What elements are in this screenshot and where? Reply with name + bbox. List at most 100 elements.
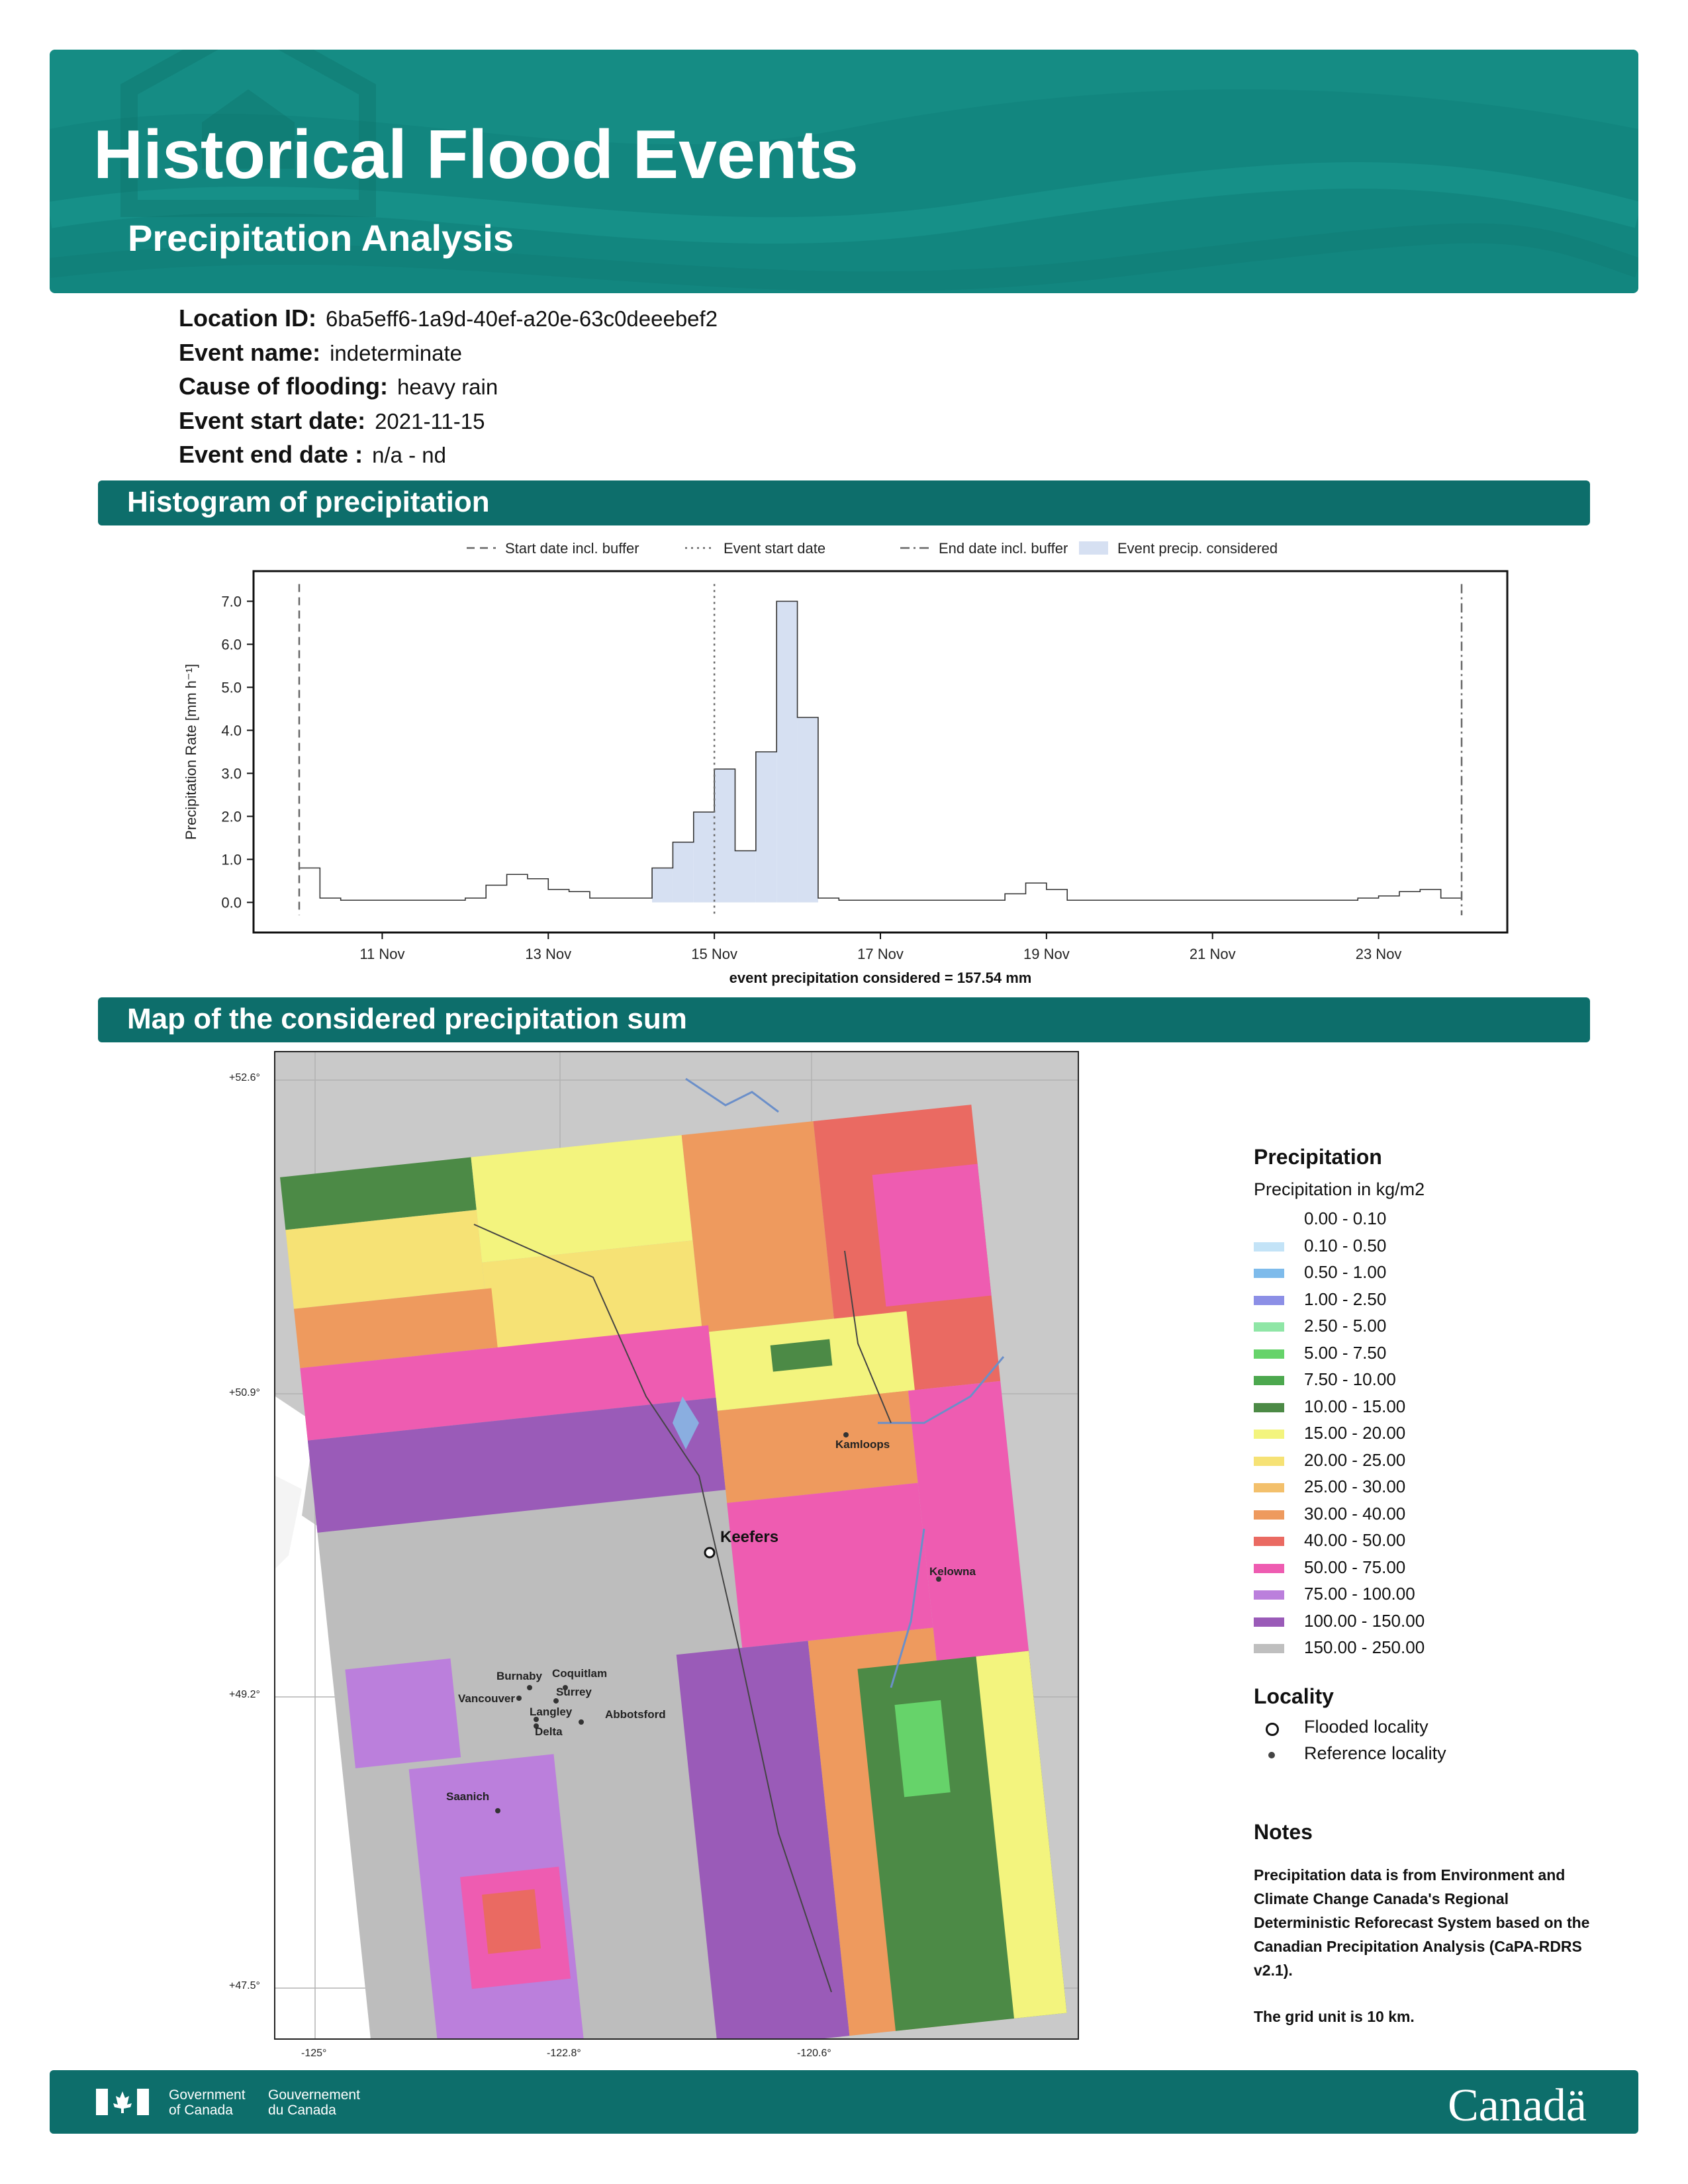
gov-canada-fr: Gouvernement du Canada bbox=[268, 2087, 360, 2118]
legend-class-label: 75.00 - 100.00 bbox=[1304, 1584, 1415, 1604]
gov-fr-line-2: du Canada bbox=[268, 2103, 336, 2118]
region-lilac-vancouver bbox=[345, 1658, 461, 1768]
map-canvas: Keefers Kamloops Kelowna Burnaby Coquitl… bbox=[275, 1052, 1078, 2038]
locality-langley: Langley bbox=[530, 1706, 573, 1718]
region-pink-mid bbox=[727, 1482, 933, 1648]
legend-class-swatch bbox=[1254, 1644, 1284, 1653]
legend-class-swatch bbox=[1254, 1376, 1284, 1385]
y-tick-label: 3.0 bbox=[221, 766, 242, 782]
y-tick-label: 6.0 bbox=[221, 637, 242, 653]
region-lightgreen-south bbox=[894, 1700, 951, 1797]
legend-class-label: 150.00 - 250.00 bbox=[1304, 1637, 1425, 1657]
legend-class-label: 50.00 - 75.00 bbox=[1304, 1557, 1406, 1577]
plot-frame bbox=[252, 570, 1509, 934]
locality-kelowna: Kelowna bbox=[929, 1565, 976, 1578]
region-orange-north bbox=[681, 1121, 834, 1333]
locality-kamloops: Kamloops bbox=[835, 1438, 890, 1451]
header-banner: Historical Flood Events Precipitation An… bbox=[50, 50, 1638, 293]
footer-bar: Government of Canada Gouvernement du Can… bbox=[50, 2070, 1638, 2134]
locality-vancouver: Vancouver bbox=[458, 1692, 515, 1705]
x-tick-label: 11 Nov bbox=[359, 946, 404, 962]
legend-class-label: 0.50 - 1.00 bbox=[1304, 1262, 1387, 1282]
x-tick-label: 19 Nov bbox=[1023, 946, 1070, 962]
map-section-title: Map of the considered precipitation sum bbox=[127, 1003, 687, 1035]
x-tick-label: 17 Nov bbox=[857, 946, 904, 962]
legend-class-label: 0.10 - 0.50 bbox=[1304, 1235, 1387, 1255]
locality-saanich: Saanich bbox=[446, 1790, 489, 1803]
y-tick-label: 2.0 bbox=[221, 809, 242, 825]
notes-data-source: Precipitation data is from Environment a… bbox=[1254, 1866, 1590, 1979]
event-name-value: indeterminate bbox=[330, 341, 463, 365]
legend-class-label: 30.00 - 40.00 bbox=[1304, 1503, 1406, 1524]
legend-entry-label: Start date incl. buffer bbox=[505, 540, 639, 557]
notes-grid-unit: The grid unit is 10 km. bbox=[1254, 2008, 1415, 2025]
map-section-bar: Map of the considered precipitation sum bbox=[98, 997, 1590, 1042]
event-precip-bar bbox=[673, 842, 694, 903]
gov-canada-en: Government of Canada bbox=[169, 2087, 246, 2118]
reference-locality-symbol bbox=[1268, 1752, 1275, 1758]
legend-class-label: 0.00 - 0.10 bbox=[1304, 1208, 1387, 1228]
histogram-section-title: Histogram of precipitation bbox=[127, 486, 490, 518]
legend-entry-label: End date incl. buffer bbox=[939, 540, 1068, 557]
legend-entry-label: Event precip. considered bbox=[1117, 540, 1278, 557]
location-id-key: Location ID: bbox=[179, 304, 316, 332]
legend-class-swatch bbox=[1254, 1402, 1284, 1412]
event-precip-bar bbox=[693, 812, 715, 903]
legend-class-swatch bbox=[1254, 1349, 1284, 1359]
cause-key: Cause of flooding: bbox=[179, 373, 388, 400]
locality-abbotsford: Abbotsford bbox=[605, 1708, 666, 1721]
lon-label-120-6: -120.6° bbox=[797, 2048, 831, 2059]
legend-class-label: 15.00 - 20.00 bbox=[1304, 1423, 1406, 1443]
cause-row: Cause of flooding: heavy rain bbox=[179, 373, 498, 400]
legend-patch-swatch bbox=[1079, 541, 1108, 555]
event-precip-bar bbox=[755, 752, 777, 903]
x-tick-label: 21 Nov bbox=[1190, 946, 1236, 962]
lon-label-122-8: -122.8° bbox=[547, 2048, 581, 2059]
cause-value: heavy rain bbox=[397, 375, 498, 399]
legend-class-label: 25.00 - 30.00 bbox=[1304, 1477, 1406, 1496]
chart-y-axis: 0.0 1.0 2.0 3.0 4.0 5.0 6.0 7.0 bbox=[221, 594, 254, 911]
end-date-key: Event end date : bbox=[179, 441, 363, 468]
legend-class-label: 1.00 - 2.50 bbox=[1304, 1289, 1387, 1309]
region-yellow-north bbox=[471, 1135, 693, 1263]
locality-burnaby: Burnaby bbox=[496, 1670, 543, 1682]
x-tick-label: 15 Nov bbox=[691, 946, 737, 962]
legend-class-swatch bbox=[1254, 1269, 1284, 1278]
locality-coquitlam: Coquitlam bbox=[552, 1667, 607, 1680]
flooded-locality-label: Keefers bbox=[720, 1528, 778, 1546]
histogram-section-bar: Histogram of precipitation bbox=[98, 480, 1590, 525]
start-date-key: Event start date: bbox=[179, 407, 366, 434]
start-date-row: Event start date: 2021-11-15 bbox=[179, 407, 485, 435]
start-date-value: 2021-11-15 bbox=[375, 409, 485, 433]
lat-label-50-9: +50.9° bbox=[229, 1387, 260, 1398]
event-name-row: Event name: indeterminate bbox=[179, 339, 462, 367]
gov-fr-line-1: Gouvernement bbox=[268, 2087, 360, 2103]
locality-surrey: Surrey bbox=[556, 1686, 592, 1698]
flooded-locality-symbol bbox=[1266, 1723, 1279, 1736]
legend-class-label: 7.50 - 10.00 bbox=[1304, 1369, 1396, 1389]
legend-subtitle: Precipitation in kg/m2 bbox=[1254, 1179, 1425, 1199]
event-precip-bar bbox=[776, 601, 798, 903]
event-precip-bar bbox=[797, 717, 818, 903]
legend-class-swatch bbox=[1254, 1510, 1284, 1520]
legend-class-swatch bbox=[1254, 1295, 1284, 1305]
y-tick-label: 0.0 bbox=[221, 895, 242, 911]
legend-class-swatch bbox=[1254, 1590, 1284, 1600]
lat-label-49-2: +49.2° bbox=[229, 1689, 260, 1700]
legend-class-swatch bbox=[1254, 1563, 1284, 1573]
chart-x-axis: 11 Nov 13 Nov 15 Nov 17 Nov 19 Nov 21 Nov 23 N… bbox=[359, 933, 1401, 962]
legend-entry-label: Event start date bbox=[724, 540, 825, 557]
legend-class-swatch bbox=[1254, 1242, 1284, 1251]
x-tick-label: 13 Nov bbox=[525, 946, 571, 962]
legend-class-label: 5.00 - 7.50 bbox=[1304, 1342, 1387, 1363]
y-axis-label: Precipitation Rate [mm h⁻¹] bbox=[183, 664, 199, 840]
flooded-locality-marker bbox=[704, 1547, 716, 1559]
lat-label-52-6: +52.6° bbox=[229, 1072, 260, 1083]
locality-legend-title: Locality bbox=[1254, 1684, 1334, 1708]
location-id-value: 6ba5eff6-1a9d-40ef-a20e-63c0deeebef2 bbox=[325, 306, 718, 331]
flooded-locality-legend-label: Flooded locality bbox=[1304, 1717, 1429, 1737]
event-precip-bar bbox=[735, 850, 756, 903]
legend-class-swatch bbox=[1254, 1456, 1284, 1466]
reference-locality-legend-label: Reference locality bbox=[1304, 1743, 1446, 1763]
event-name-key: Event name: bbox=[179, 339, 321, 366]
